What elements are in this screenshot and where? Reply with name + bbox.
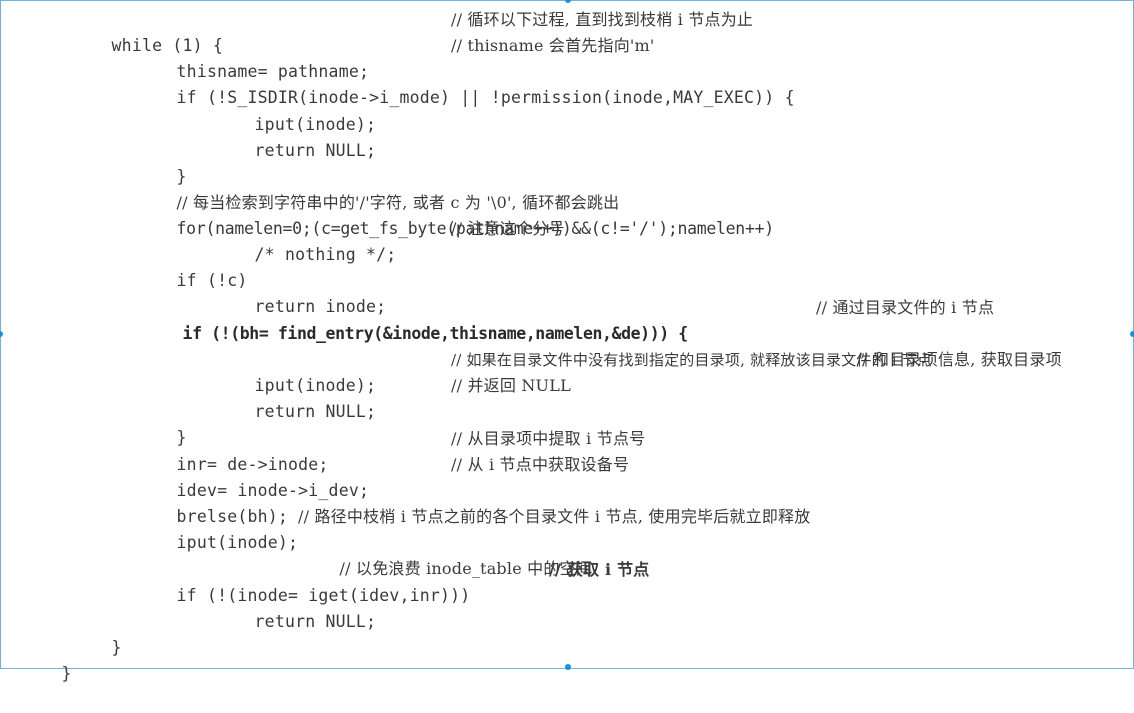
code-line: // 和目录项信息, 获取目录项 [816,321,1062,369]
code-text: return NULL; [254,141,377,160]
code-line: thisname= pathname; // thisname 会首先指向'm' [136,33,655,81]
code-line: return inode; [214,268,387,316]
code-line: iput(inode); // 路径中枝梢 i 节点之前的各个目录文件 i 节点… [136,504,811,552]
code-line: } [71,609,122,657]
code-text: iput(inode); [176,533,299,552]
code-line: // 以免浪费 inode_table 中的空间 [299,530,592,578]
code-comment: // thisname 会首先指向'm' [451,36,655,55]
code-line: iput(inode); // 如果在目录文件中没有找到指定的目录项, 就释放该… [214,347,932,395]
code-document-frame: while (1) { // 循环以下过程, 直到找到枝梢 i 节点为止 thi… [0,0,1134,683]
code-comment: // 获取 i 节点 [549,560,650,579]
code-text: if (!(bh= find_entry(&inode,thisname,nam… [182,324,689,343]
code-line: /* nothing */; // 注意这个分号 [214,216,565,264]
code-line: while (1) { // 循环以下过程, 直到找到枝梢 i 节点为止 [71,7,753,55]
code-text: return NULL; [254,402,377,421]
code-text: /* nothing */; [254,245,397,264]
code-line: inr= de->inode; // 从目录项中提取 i 节点号 [136,426,646,474]
selection-handle-bottom[interactable] [565,664,571,670]
code-line: return NULL; [214,583,376,631]
code-comment: // 从 i 节点中获取设备号 [451,455,630,474]
code-line: if (!c) [136,242,248,290]
code-line: brelse(bh); [136,478,288,526]
code-comment: // 注意这个分号 [451,219,565,238]
code-line: if (!(bh= find_entry(&inode,thisname,nam… [142,295,994,343]
code-line: return NULL; [214,112,376,160]
code-comment: // 从目录项中提取 i 节点号 [451,429,646,448]
code-line: if (!(inode= iget(idev,inr))) // 获取 i 节点 [136,557,650,605]
code-line: } [21,635,72,683]
selection-handle-right[interactable] [1130,331,1134,337]
code-text: return NULL; [254,612,377,631]
code-comment: // 路径中枝梢 i 节点之前的各个目录文件 i 节点, 使用完毕后就立即释放 [298,507,811,526]
code-line: idev= inode->i_dev; // 从 i 节点中获取设备号 [136,452,629,500]
code-line: for(namelen=0;(c=get_fs_byte(pathname++)… [136,190,775,238]
code-text: } [61,664,72,683]
code-comment: // 如果在目录文件中没有找到指定的目录项, 就释放该目录文件的 i 节点 [451,351,933,369]
code-line: } [136,399,187,447]
code-line: return NULL; // 并返回 NULL [214,373,571,421]
code-line: // 每当检索到字符串中的'/'字符, 或者 c 为 '\0', 循环都会跳出 [136,164,620,212]
code-comment: // 通过目录文件的 i 节点 [816,298,995,317]
selection-handle-left[interactable] [0,331,3,337]
code-comment: // 并返回 NULL [451,376,571,395]
code-line: if (!S_ISDIR(inode->i_mode) || !permissi… [136,59,795,107]
selection-handle-top[interactable] [565,0,571,3]
code-comment: // 循环以下过程, 直到找到枝梢 i 节点为止 [451,10,754,29]
code-line: iput(inode); [214,86,376,134]
code-text: } [111,638,122,657]
code-line: } [136,138,187,186]
